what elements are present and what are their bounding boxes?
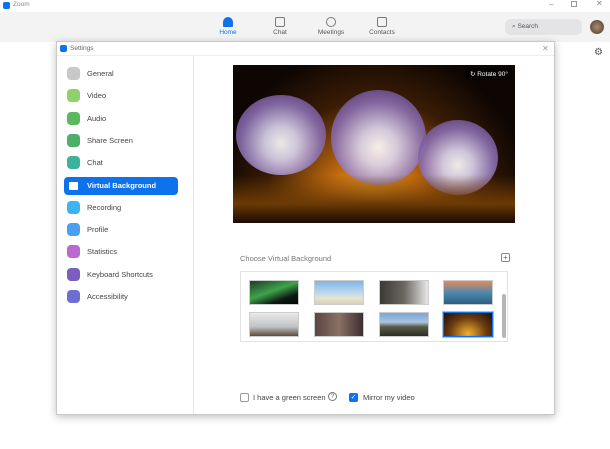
rotate-button[interactable]: ↻ Rotate 90° [465,68,512,80]
video-preview: ↻ Rotate 90° [233,65,515,223]
window-title-bar: Zoom – ✕ [0,0,610,12]
thumbnail[interactable] [443,280,493,305]
sidebar-icon [67,67,80,80]
sidebar-item-general[interactable]: General [64,65,178,83]
search-placeholder: Search [517,23,539,30]
sidebar-item-keyboard-shortcuts[interactable]: Keyboard Shortcuts [64,266,178,284]
sidebar-icon [67,111,80,125]
nav-label: Home [219,29,237,36]
dialog-title: Settings [70,45,94,52]
thumbnail[interactable] [379,280,429,305]
sidebar-item-label: Audio [87,113,107,123]
rotate-label: Rotate 90° [477,71,508,78]
thumbnail[interactable] [379,312,429,337]
sidebar-item-label: Virtual Background [87,180,157,190]
nav-chat[interactable]: Chat [258,17,302,36]
zoom-logo-icon [3,2,10,9]
sidebar-item-label: Keyboard Shortcuts [87,269,153,279]
close-icon[interactable]: ✕ [542,44,549,53]
sidebar-item-recording[interactable]: Recording [64,199,178,217]
nav-meetings[interactable]: Meetings [309,17,353,36]
thumbnail-selected[interactable] [442,311,494,338]
contacts-icon [377,17,387,27]
mirror-video-label: Mirror my video [363,393,415,402]
nav-label: Meetings [317,29,345,36]
nav-home[interactable]: Home [206,17,250,36]
search-input[interactable]: ⌕ Search [505,19,582,35]
thumbnail[interactable] [249,312,299,337]
sidebar-icon [67,245,80,259]
sidebar-item-statistics[interactable]: Statistics [64,243,178,261]
green-screen-label: I have a green screen [253,393,326,402]
sidebar-icon [67,223,80,237]
sidebar-item-label: Accessibility [87,292,128,301]
sidebar-item-audio[interactable]: Audio [64,110,178,128]
sidebar-icon [69,181,78,190]
sidebar-item-label: Statistics [87,247,118,257]
sidebar-item-chat[interactable]: Chat [64,154,178,172]
sidebar-icon [67,290,80,303]
maximize-button[interactable] [571,1,577,7]
scrollbar[interactable] [502,294,506,338]
help-icon[interactable]: ? [328,392,337,401]
settings-dialog: Settings ✕ General Video Audio Share Screen… [56,41,555,415]
avatar[interactable] [590,20,604,34]
sidebar-icon [67,156,80,170]
sidebar-item-share-screen[interactable]: Share Screen [64,132,178,150]
home-icon [223,17,233,27]
sidebar-item-label: Chat [87,158,103,168]
chat-icon [275,17,285,27]
sidebar-item-label: General [87,69,114,78]
sidebar-item-label: Recording [87,202,122,212]
app-title: Zoom [13,1,30,8]
sidebar-icon [67,89,80,103]
nav-label: Chat [273,29,287,36]
thumbnail[interactable] [249,280,299,305]
sidebar-item-label: Profile [87,225,109,235]
sidebar-item-video[interactable]: Video [64,87,178,105]
zoom-logo-icon [60,45,67,52]
settings-title-bar: Settings ✕ [57,42,554,56]
nav-label: Contacts [369,29,395,36]
mirror-video-checkbox[interactable]: ✓ [349,393,358,402]
gear-icon[interactable]: ⚙ [594,47,603,58]
thumbnail[interactable] [314,280,364,305]
minimize-button[interactable]: – [549,0,553,9]
close-button[interactable]: ✕ [596,0,603,8]
sidebar-item-label: Video [87,91,107,101]
choose-background-label: Choose Virtual Background [240,254,332,263]
nav-contacts[interactable]: Contacts [360,17,404,36]
settings-sidebar: General Video Audio Share Screen Chat Virtual… [57,56,194,414]
sidebar-icon [67,133,80,147]
background-grid [240,271,508,342]
add-background-button[interactable]: + [501,253,510,262]
thumbnail[interactable] [314,312,364,337]
sidebar-icon [67,200,80,214]
green-screen-checkbox[interactable] [240,393,249,402]
sidebar-item-accessibility[interactable]: Accessibility [64,288,178,306]
sidebar-item-profile[interactable]: Profile [64,221,178,239]
sidebar-item-label: Share Screen [87,135,133,145]
sidebar-item-virtual-background[interactable]: Virtual Background [64,176,178,195]
clock-icon [326,17,336,27]
sidebar-icon [67,267,80,281]
